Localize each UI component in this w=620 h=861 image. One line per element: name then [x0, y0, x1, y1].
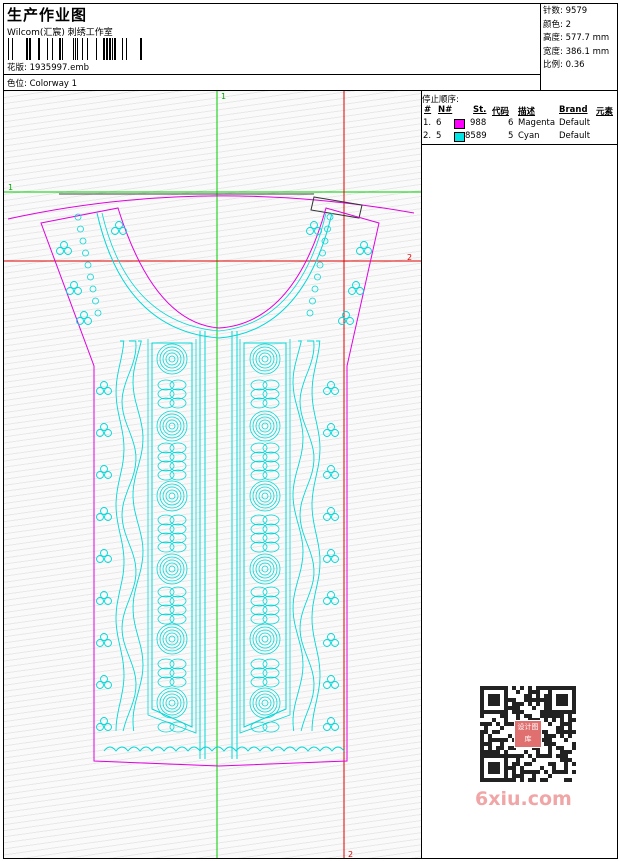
guide-label-v2: 2	[348, 850, 353, 858]
embroidery-design: 1 1 2 2	[4, 91, 421, 858]
neckline-inner-2	[101, 212, 327, 332]
embroidery-drawing-area: 1 1 2 2	[4, 91, 422, 858]
width-stat: 宽度: 386.1 mm	[543, 46, 615, 60]
scale-value: 0.36	[565, 60, 585, 71]
row-desc: Cyan	[518, 131, 540, 141]
row-brand: Default	[559, 131, 591, 141]
row-desc: Magenta	[518, 118, 556, 128]
width-value: 386.1 mm	[565, 46, 610, 57]
barcode	[8, 38, 142, 60]
design-file-line: 花版: 1935997.emb	[7, 61, 89, 73]
colors-stat: 颜色: 2	[543, 19, 615, 33]
height-value: 577.7 mm	[565, 33, 610, 44]
colorway-line: 色位: Colorway 1	[7, 77, 77, 89]
col-elem: 元素	[596, 107, 614, 117]
colors-label: 颜色:	[543, 19, 563, 30]
row-n: 5	[436, 131, 442, 141]
stitches-label: 针数:	[543, 6, 563, 16]
design-file-value: 1935997.emb	[29, 63, 90, 73]
col-st: St.	[473, 105, 487, 115]
color-swatch	[454, 132, 465, 142]
page-subtitle: Wilcom(汇宸) 刺绣工作室	[7, 28, 113, 38]
row-st: 8589	[465, 131, 487, 141]
neckline-inner	[96, 212, 333, 339]
stop-row: 2. 5 8589 5 Cyan Default	[422, 131, 617, 143]
watermark-qr: 设计图库	[468, 680, 584, 790]
stitches-stat: 针数: 9579	[543, 5, 615, 19]
stop-sequence-header: # N# St. 代码 描述 Brand 元素	[422, 105, 617, 117]
col-n: N#	[438, 105, 453, 115]
left-panel-frame-outer	[147, 339, 197, 734]
colorway-label: 色位:	[7, 79, 27, 89]
design-stats: 针数: 9579 颜色: 2 高度: 577.7 mm 宽度: 386.1 mm…	[541, 4, 617, 90]
stitches-value: 9579	[565, 6, 588, 16]
color-swatch	[454, 119, 465, 129]
row-n: 6	[436, 118, 442, 128]
row-num: 1.	[423, 118, 432, 128]
row-code: 5	[508, 131, 514, 141]
meta-divider	[4, 74, 540, 75]
scale-label: 比例:	[543, 60, 563, 71]
ornament-group	[56, 213, 372, 752]
guide-label-h1: 1	[8, 183, 13, 192]
width-label: 宽度:	[543, 46, 563, 57]
design-label: 花版:	[7, 63, 27, 73]
height-label: 高度:	[543, 33, 563, 44]
stop-sequence-title: 停止顺序:	[422, 95, 459, 105]
row-st: 988	[470, 118, 487, 128]
col-brand: Brand	[559, 105, 588, 115]
header-info: 生产作业图 Wilcom(汇宸) 刺绣工作室 花版: 1935997.emb 色…	[4, 4, 541, 90]
page-title: 生产作业图	[7, 6, 88, 24]
right-panel-frame-outer	[239, 339, 291, 734]
col-code: 代码	[492, 107, 510, 117]
colors-value: 2	[565, 19, 571, 30]
scale-stat: 比例: 0.36	[543, 59, 615, 73]
guide-label-v1: 1	[221, 92, 226, 101]
panel-divider	[422, 144, 617, 145]
row-brand: Default	[559, 118, 591, 128]
watermark-stamp: 设计图库	[514, 720, 542, 748]
col-num: #	[424, 105, 432, 115]
stop-row: 1. 6 988 6 Magenta Default	[422, 118, 617, 130]
col-desc: 描述	[518, 107, 536, 117]
row-code: 6	[508, 118, 514, 128]
watermark-text: 6xiu.com	[475, 788, 572, 810]
guide-label-h2: 2	[407, 253, 412, 262]
colorway-value: Colorway 1	[29, 79, 78, 89]
height-stat: 高度: 577.7 mm	[543, 32, 615, 46]
row-num: 2.	[423, 131, 432, 141]
